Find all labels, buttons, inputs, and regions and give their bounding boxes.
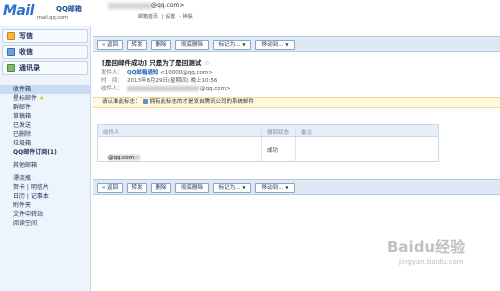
folder-calendar[interactable]: 日历 | 记事本 <box>0 192 90 201</box>
mark-as-dropdown[interactable]: 标记为... ▼ <box>213 40 251 50</box>
shield-icon <box>142 99 148 104</box>
folder-sent[interactable]: 已发送 <box>0 121 90 130</box>
mark-as-label: 标记为... <box>218 42 241 48</box>
mail-toolbar-bottom: « 返回 转发 删除 彻底删除 标记为... ▼ 移动到... ▼ <box>93 179 500 195</box>
contacts-label: 通讯录 <box>19 64 40 72</box>
contacts-icon <box>7 64 15 72</box>
delete-forever-button[interactable]: 彻底删除 <box>175 183 209 193</box>
column-header: 备注 <box>301 130 313 136</box>
link-settings[interactable]: 设置 <box>165 14 175 20</box>
contacts-button[interactable]: 通讯录 <box>2 61 88 75</box>
folder-starred[interactable]: 星标邮件 ★ <box>0 94 90 103</box>
mail-time-row: 时 间： 2013年8月29日(星期四) 晚上10:56 <box>101 76 217 84</box>
chevron-down-icon: ▼ <box>242 185 246 190</box>
column-note: 备注 <box>296 125 438 136</box>
move-to-label: 移动到... <box>261 42 284 48</box>
folder-deleted[interactable]: 已删除 <box>0 130 90 139</box>
folder-drafts[interactable]: 草稿箱 <box>0 112 90 121</box>
logo-sub: mail.qq.com <box>37 15 68 21</box>
chevron-down-icon: ▼ <box>242 42 246 47</box>
watermark-url: jingyan.baidu.com <box>399 258 464 266</box>
mail-header: [是回邮件成功] 只是为了是回测试 ☆ 发件人： QQ邮箱通知 <10000@qq.… <box>93 55 500 92</box>
move-to-label: 移动到... <box>261 185 284 191</box>
folder-inbox[interactable]: 收件箱 <box>0 85 90 94</box>
mark-as-dropdown[interactable]: 标记为... ▼ <box>213 183 251 193</box>
to-value: @qq.com> <box>200 86 231 92</box>
star-outline-icon[interactable]: ☆ <box>204 59 210 67</box>
mail-subject: [是回邮件成功] 只是为了是回测试 ☆ <box>102 57 210 67</box>
star-icon: ★ <box>39 95 45 102</box>
watermark-logo: Baidu经验 <box>387 238 466 256</box>
recipient-address: @qq.com <box>108 155 134 161</box>
compose-button[interactable]: 写信 <box>2 29 88 43</box>
sidebar-actions: 写信 收信 通讯录 <box>2 29 88 77</box>
link-skin[interactable]: 换肤 <box>183 14 193 20</box>
move-to-dropdown[interactable]: 移动到... ▼ <box>255 183 295 193</box>
back-button[interactable]: « 返回 <box>97 183 123 193</box>
move-to-dropdown[interactable]: 移动到... ▼ <box>255 40 295 50</box>
logo-cn: QQ邮箱 <box>56 5 82 13</box>
folder-cards[interactable]: 贺卡 | 明信片 <box>0 183 90 192</box>
top-links: 邮箱首页 | 设置 - 换肤 <box>138 14 193 20</box>
forward-button[interactable]: 转发 <box>127 183 147 193</box>
table-row: @qq.com 成功 <box>98 137 438 161</box>
mail-to-row: 收件人： @qq.com> <box>101 84 231 92</box>
pencil-icon <box>7 32 15 40</box>
inbox-icon <box>7 48 15 56</box>
folder-drift-bottle[interactable]: 漂流瓶 <box>0 174 90 183</box>
link-mail-home[interactable]: 邮箱首页 <box>138 14 158 20</box>
account-domain: @qq.com> <box>151 2 185 9</box>
folder-subscriptions[interactable]: QQ邮件订阅(1) <box>0 148 90 157</box>
recipient-redacted <box>127 86 200 91</box>
folder-group-mail[interactable]: 群邮件 <box>0 103 90 112</box>
folder-file-transfer[interactable]: 文件中转站 <box>0 210 90 219</box>
baidu-jingyan-watermark: Baidu经验 jingyan.baidu.com <box>385 236 497 286</box>
chevron-down-icon: ▼ <box>285 185 289 190</box>
compose-label: 写信 <box>19 32 33 40</box>
delete-forever-button[interactable]: 彻底删除 <box>175 40 209 50</box>
folder-list: 收件箱 星标邮件 ★ 群邮件 草稿箱 已发送 已删除 垃圾箱 QQ邮件订阅(1) … <box>0 85 90 228</box>
check-mail-label: 收信 <box>19 48 33 56</box>
table-header: 收件人 撤回状态 备注 <box>98 125 438 137</box>
recall-status-table: 收件人 撤回状态 备注 @qq.com 成功 <box>97 124 439 162</box>
cell-recipient: @qq.com <box>98 137 262 161</box>
column-header: 撤回状态 <box>267 130 290 136</box>
delete-button[interactable]: 删除 <box>151 183 171 193</box>
logo-text: Mail <box>3 3 34 19</box>
folder-other-mailboxes[interactable]: 其他邮箱 <box>0 161 90 170</box>
chevron-down-icon: ▼ <box>285 42 289 47</box>
column-recipient: 收件人 <box>98 125 262 136</box>
delete-button[interactable]: 删除 <box>151 40 171 50</box>
folder-reading-space[interactable]: 阅读空间 <box>0 219 90 228</box>
cell-status: 成功 <box>262 137 296 161</box>
forward-button[interactable]: 转发 <box>127 40 147 50</box>
to-label: 收件人： <box>101 86 124 92</box>
mail-subject-text: [是回邮件成功] 只是为了是回测试 <box>102 59 202 67</box>
folder-starred-label: 星标邮件 <box>13 95 38 102</box>
mail-from-row: 发件人： QQ邮箱通知 <10000@qq.com> <box>101 68 213 76</box>
back-button[interactable]: « 返回 <box>97 40 123 50</box>
folder-spam[interactable]: 垃圾箱 <box>0 139 90 148</box>
folder-attachments[interactable]: 附件夹 <box>0 201 90 210</box>
sidebar: 写信 收信 通讯录 收件箱 星标邮件 ★ 群邮件 草稿箱 已发送 已删除 垃圾箱 … <box>0 26 91 291</box>
check-mail-button[interactable]: 收信 <box>2 45 88 59</box>
column-status: 撤回状态 <box>262 125 296 136</box>
notice-prefix: 请认准此标志： <box>102 99 141 105</box>
security-notice: 请认准此标志： 拥有此标志的才是发自腾讯公司的系统邮件 <box>93 97 500 108</box>
mail-toolbar-top: « 返回 转发 删除 彻底删除 标记为... ▼ 移动到... ▼ <box>93 36 500 52</box>
mark-as-label: 标记为... <box>218 185 241 191</box>
column-header: 收件人 <box>103 130 120 136</box>
cell-note <box>296 137 438 161</box>
account-name-redacted <box>108 3 152 9</box>
app-header: Mail QQ邮箱 mail.qq.com @qq.com> 邮箱首页 | 设置 -… <box>0 0 500 24</box>
notice-text: 拥有此标志的才是发自腾讯公司的系统邮件 <box>149 99 255 105</box>
recall-status: 成功 <box>267 148 279 154</box>
